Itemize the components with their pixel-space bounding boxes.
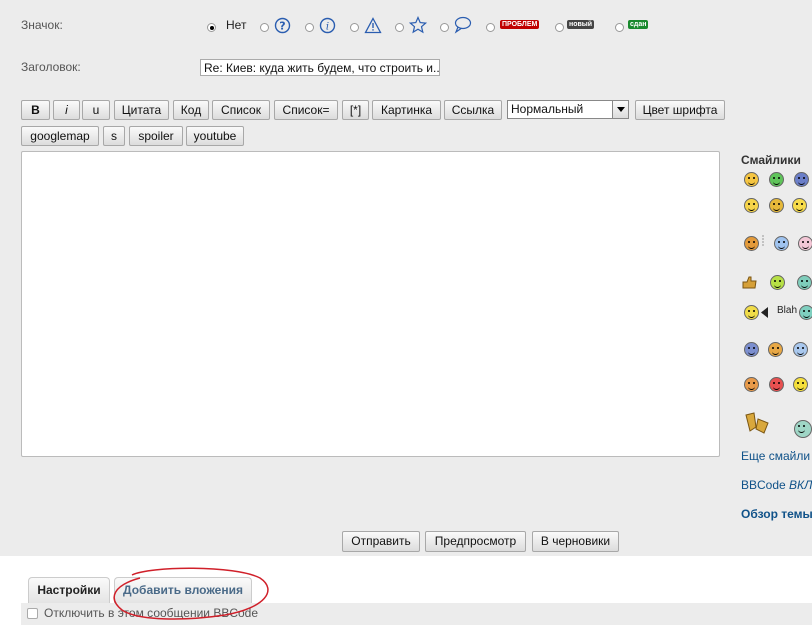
bbcode-label: BBCode	[741, 478, 790, 492]
blah-smiley-label: Blah	[777, 305, 798, 316]
happy-smiley-icon[interactable]	[792, 198, 807, 213]
cigarette-icon	[762, 234, 764, 246]
bbcode-status[interactable]: BBCode ВКЛ	[741, 478, 812, 492]
clapping-hands-icon[interactable]	[742, 411, 775, 436]
code-button[interactable]: Код	[173, 100, 209, 120]
submit-button[interactable]: Отправить	[342, 531, 420, 552]
underline-button[interactable]: u	[82, 100, 110, 120]
arrow-icon	[761, 307, 768, 318]
smile-smiley-icon[interactable]	[744, 198, 759, 213]
question-icon: ?	[274, 17, 291, 34]
quote-button[interactable]: Цитата	[114, 100, 169, 120]
new-tag-icon: новый	[567, 20, 595, 29]
icon-label: Значок:	[21, 18, 63, 32]
surprised-smiley-icon[interactable]	[793, 377, 808, 392]
icon-radio-warning[interactable]	[350, 23, 359, 32]
computer-smiley-icon[interactable]	[794, 420, 812, 438]
subject-input[interactable]: Re: Киев: куда жить будем, что строить и…	[200, 59, 440, 76]
shocked-smiley-icon[interactable]	[744, 305, 759, 320]
icon-none-label: Нет	[226, 18, 247, 32]
wink-smiley-icon[interactable]	[769, 198, 784, 213]
angry-smiley-icon[interactable]	[769, 377, 784, 392]
cool-smiley-icon[interactable]	[797, 275, 812, 290]
confused-smiley-icon[interactable]	[768, 342, 783, 357]
message-textarea[interactable]	[21, 151, 720, 457]
icon-radio-done[interactable]	[615, 23, 624, 32]
font-size-select[interactable]: Нормальный	[507, 100, 629, 119]
tongue-smiley-icon[interactable]	[798, 236, 812, 251]
speech-bubble-icon	[454, 16, 472, 34]
icon-radio-question[interactable]	[260, 23, 269, 32]
spoiler-button[interactable]: spoiler	[129, 126, 183, 146]
icon-radio-none[interactable]	[207, 23, 216, 32]
subject-label: Заголовок:	[21, 60, 81, 74]
svg-text:i: i	[326, 22, 329, 33]
icon-radio-speech[interactable]	[440, 23, 449, 32]
info-icon: i	[319, 17, 336, 34]
image-button[interactable]: Картинка	[372, 100, 441, 120]
list-item-button[interactable]: [*]	[342, 100, 369, 120]
italic-button[interactable]: i	[53, 100, 80, 120]
warning-icon	[364, 17, 382, 34]
list-button[interactable]: Список	[212, 100, 270, 120]
star-icon	[409, 16, 427, 34]
bold-button[interactable]: B	[21, 100, 50, 120]
topic-review-link[interactable]: Обзор темы	[741, 507, 812, 521]
sad-blue-smiley-icon[interactable]	[744, 342, 759, 357]
disable-bbcode-label: Отключить в этом сообщении BBCode	[44, 606, 259, 620]
blah-smiley-icon[interactable]	[799, 305, 812, 320]
problem-tag-icon: ПРОБЛЕМ	[500, 20, 540, 29]
blue-laugh-smiley-icon[interactable]	[774, 236, 789, 251]
grin-smiley-icon[interactable]	[744, 172, 759, 187]
blue-smiley-icon[interactable]	[794, 172, 809, 187]
preview-button[interactable]: Предпросмотр	[425, 531, 526, 552]
scared-smiley-icon[interactable]	[793, 342, 808, 357]
puking-smiley-icon[interactable]	[770, 275, 785, 290]
tab-settings[interactable]: Настройки	[28, 577, 110, 603]
icon-radio-new[interactable]	[555, 23, 564, 32]
more-smilies-link[interactable]: Еще смайли	[741, 449, 810, 463]
icon-radio-problem[interactable]	[486, 23, 495, 32]
save-draft-button[interactable]: В черновики	[532, 531, 619, 552]
icon-radio-info[interactable]	[305, 23, 314, 32]
tab-add-attachments[interactable]: Добавить вложения	[114, 577, 252, 603]
frown-smiley-icon[interactable]	[744, 377, 759, 392]
icon-radio-star[interactable]	[395, 23, 404, 32]
disable-bbcode-checkbox[interactable]	[27, 608, 38, 619]
font-size-value: Нормальный	[511, 102, 584, 116]
url-button[interactable]: Ссылка	[444, 100, 502, 120]
svg-text:?: ?	[279, 20, 285, 33]
strike-button[interactable]: s	[103, 126, 125, 146]
done-tag-icon: сдан	[628, 20, 649, 29]
green-grin-smiley-icon[interactable]	[769, 172, 784, 187]
ordered-list-button[interactable]: Список=	[274, 100, 338, 120]
font-color-button[interactable]: Цвет шрифта	[635, 100, 725, 120]
thumbs-up-smiley-icon[interactable]	[741, 275, 758, 290]
chevron-down-icon[interactable]	[612, 101, 628, 118]
bbcode-state: ВКЛ	[789, 478, 812, 492]
smoking-smiley-icon[interactable]	[744, 236, 759, 251]
smilies-heading: Смайлики	[741, 153, 801, 167]
youtube-button[interactable]: youtube	[186, 126, 244, 146]
googlemap-button[interactable]: googlemap	[21, 126, 99, 146]
